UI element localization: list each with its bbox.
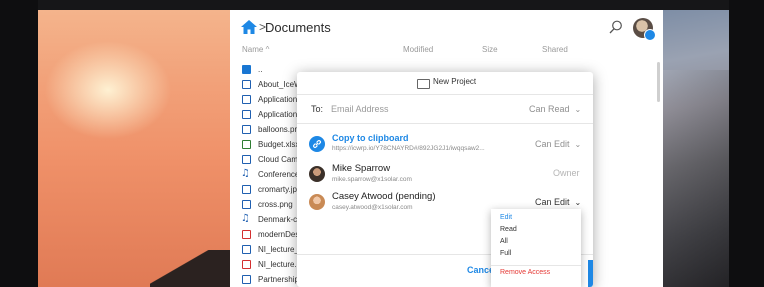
document-icon bbox=[242, 245, 251, 254]
file-name: Denmark-co bbox=[258, 215, 302, 224]
file-name: Conference bbox=[258, 170, 300, 179]
menu-item-full[interactable]: Full bbox=[500, 250, 511, 257]
document-icon bbox=[242, 275, 251, 284]
music-icon bbox=[241, 166, 251, 181]
pdf-icon bbox=[242, 230, 251, 239]
wallpaper-trees bbox=[150, 250, 230, 287]
file-name: Applications bbox=[258, 95, 302, 104]
column-header-size[interactable]: Size bbox=[482, 45, 498, 54]
menu-item-read[interactable]: Read bbox=[500, 226, 517, 233]
file-name: cross.png bbox=[258, 200, 293, 209]
image-icon bbox=[242, 125, 251, 134]
link-icon[interactable] bbox=[309, 136, 325, 152]
user-email: casey.atwood@x1solar.com bbox=[332, 204, 413, 211]
pdf-icon bbox=[242, 260, 251, 269]
chevron-down-icon: ⌄ bbox=[574, 105, 582, 114]
image-icon bbox=[242, 185, 251, 194]
remove-access-button[interactable]: Remove Access bbox=[500, 269, 550, 276]
copy-to-clipboard-link[interactable]: Copy to clipboard bbox=[332, 133, 409, 143]
to-label: To: bbox=[311, 104, 324, 114]
spreadsheet-icon bbox=[242, 140, 251, 149]
avatar bbox=[309, 194, 325, 210]
breadcrumb-current-folder[interactable]: Documents bbox=[265, 20, 331, 35]
owner-label: Owner bbox=[553, 168, 580, 178]
chevron-down-icon: ⌄ bbox=[574, 198, 582, 207]
user-permission-label: Can Edit bbox=[535, 197, 570, 207]
dialog-title: New Project bbox=[433, 77, 477, 86]
toolbar: > Documents bbox=[230, 10, 663, 44]
search-icon[interactable] bbox=[609, 20, 623, 34]
file-name: Applications bbox=[258, 110, 302, 119]
file-name: Budget.xlsx bbox=[258, 140, 300, 149]
share-url: https://icwrp.io/Y78CNAYRD#/892JG2J1/iwq… bbox=[332, 145, 485, 152]
column-header-name[interactable]: Name ^ bbox=[242, 45, 269, 54]
link-permission-label: Can Edit bbox=[535, 139, 570, 149]
user-permission-select[interactable]: Can Edit ⌄ bbox=[535, 197, 581, 207]
chevron-down-icon: ⌄ bbox=[574, 140, 582, 149]
file-name: modernDesi bbox=[258, 230, 302, 239]
menu-divider bbox=[491, 265, 581, 266]
screen-bezel-left bbox=[0, 0, 38, 287]
avatar bbox=[309, 166, 325, 182]
image-icon bbox=[242, 200, 251, 209]
folder-icon bbox=[417, 79, 430, 89]
file-name: NI_lecture.p bbox=[258, 260, 302, 269]
file-name: Cloud Camp bbox=[258, 155, 303, 164]
file-name: .. bbox=[258, 65, 263, 74]
document-icon bbox=[242, 95, 251, 104]
dialog-title-bar: New Project bbox=[297, 72, 593, 95]
column-header-modified[interactable]: Modified bbox=[403, 45, 433, 54]
default-permission-label: Can Read bbox=[529, 104, 570, 114]
home-icon[interactable] bbox=[241, 20, 257, 34]
menu-item-all[interactable]: All bbox=[500, 238, 508, 245]
link-permission-select[interactable]: Can Edit ⌄ bbox=[535, 139, 581, 149]
presentation-icon bbox=[242, 110, 251, 119]
user-name: Mike Sparrow bbox=[332, 163, 391, 174]
wallpaper-left bbox=[38, 10, 230, 287]
column-header-shared[interactable]: Shared bbox=[542, 45, 568, 54]
screen-bezel-top bbox=[38, 0, 729, 10]
permission-dropdown-menu: Edit Read All Full Remove Access bbox=[491, 209, 581, 287]
email-input[interactable] bbox=[331, 101, 511, 117]
user-name: Casey Atwood (pending) bbox=[332, 191, 436, 202]
recipient-row: To: Can Read ⌄ bbox=[297, 95, 593, 124]
default-permission-select[interactable]: Can Read ⌄ bbox=[529, 104, 581, 114]
document-icon bbox=[242, 155, 251, 164]
avatar-badge-icon bbox=[644, 29, 656, 41]
file-name: cromarty.jpg bbox=[258, 185, 302, 194]
scrollbar[interactable] bbox=[657, 62, 660, 102]
wallpaper-right bbox=[663, 10, 729, 287]
share-button[interactable] bbox=[588, 260, 593, 287]
folder-icon bbox=[242, 65, 251, 74]
menu-item-edit[interactable]: Edit bbox=[500, 214, 512, 221]
user-email: mike.sparrow@x1solar.com bbox=[332, 176, 412, 183]
music-icon bbox=[241, 211, 251, 226]
screen-bezel-right bbox=[729, 0, 764, 287]
document-icon bbox=[242, 80, 251, 89]
